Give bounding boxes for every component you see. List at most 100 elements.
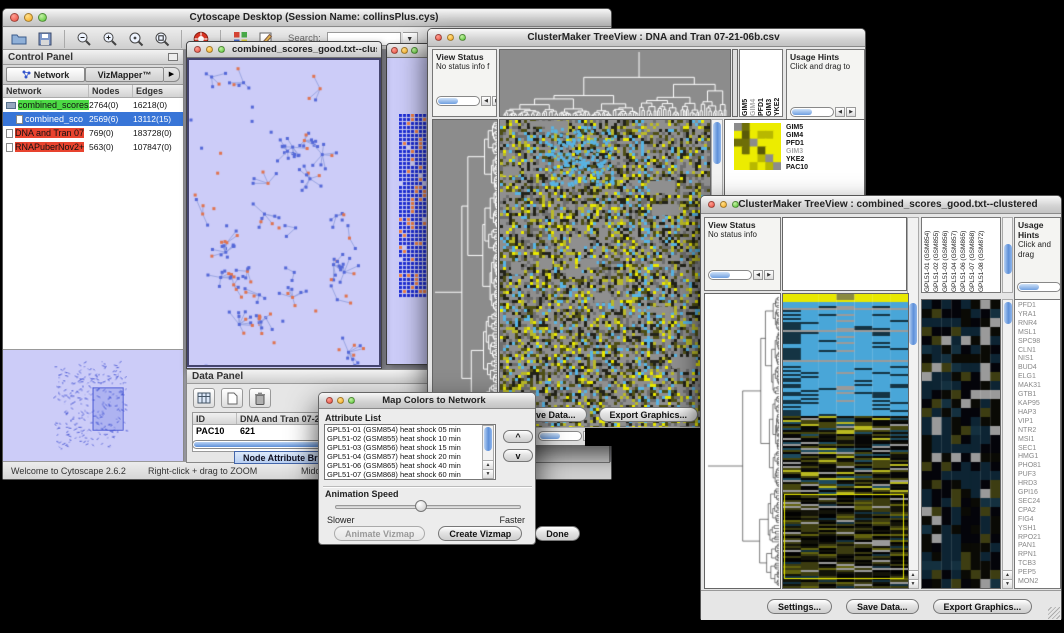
gene-label[interactable]: NIS1 [1018,355,1060,364]
row-label[interactable]: YKE2 [786,156,808,164]
gene-label[interactable]: MSL1 [1018,329,1060,338]
scrollbar-thumb[interactable] [909,303,917,345]
slider-thumb[interactable] [415,500,427,512]
zoom-icon[interactable] [732,201,739,208]
tab-vizmapper[interactable]: VizMapper™ [85,67,164,82]
network-tree-row[interactable]: DNA and Tran 07 769(0) 183728(0) [3,126,183,140]
close-icon[interactable] [708,201,715,208]
gene-label[interactable]: SPC98 [1018,338,1060,347]
minimize-icon[interactable] [720,201,727,208]
column-header-network[interactable]: Network [3,85,89,97]
gene-list-scrollbar[interactable]: ▲ ▼ [1002,299,1013,589]
scroll-down-icon[interactable]: ▼ [1003,579,1012,588]
gene-label[interactable]: PUF3 [1018,471,1060,480]
zoom-icon[interactable] [459,34,466,41]
minimize-icon[interactable] [206,46,213,53]
gene-label[interactable]: ELG1 [1018,373,1060,382]
column-label[interactable]: GPL51-02 (GSM855) [933,218,942,292]
row-label[interactable]: GIM4 [786,132,808,140]
gene-label[interactable]: YSH1 [1018,525,1060,534]
usage-hints-zoom-control[interactable]: ◀▶ [1017,282,1061,292]
gene-label[interactable]: YRA1 [1018,311,1060,320]
save-data-button[interactable]: Save Data... [846,599,919,614]
save-button[interactable] [33,29,57,49]
animation-speed-slider[interactable] [335,505,521,509]
tab-overflow-button[interactable]: ▶ [164,67,180,82]
dense-network-grid-canvas[interactable] [399,114,430,298]
network-view-titlebar[interactable]: combined_scores_good.txt--cluste... [187,42,381,58]
gene-label[interactable]: HAP3 [1018,409,1060,418]
column-label[interactable]: GPL51-08 (GSM872) [978,218,987,292]
column-label[interactable]: GPL51-03 (GSM856) [942,218,951,292]
close-icon[interactable] [391,47,398,54]
heatmap-canvas[interactable] [783,294,908,588]
delete-attribute-button[interactable] [249,388,271,408]
gene-label[interactable]: CLN1 [1018,347,1060,356]
network-overview-canvas[interactable] [3,350,183,461]
gene-label[interactable]: SEC24 [1018,498,1060,507]
scrollbar-thumb[interactable] [484,427,492,451]
gene-label[interactable]: MON2 [1018,578,1060,587]
tab-network[interactable]: Network [6,67,85,82]
export-graphics-button[interactable]: Export Graphics... [599,407,699,422]
network-tree-row[interactable]: RNAPuberNov2+ 563(0) 107847(0) [3,140,183,154]
column-label[interactable]: GIM5 [742,50,750,116]
zoom-icon[interactable] [348,397,355,404]
network-list-area[interactable] [3,154,183,350]
minimize-icon[interactable] [24,13,33,22]
move-down-button[interactable]: v [503,449,533,462]
zoom-fit-button[interactable] [150,29,174,49]
column-label[interactable]: PAC10 [782,50,783,116]
column-labels-scrollbar[interactable] [1002,217,1013,293]
animate-vizmap-button[interactable]: Animate Vizmap [334,526,425,541]
gene-label[interactable]: KAP95 [1018,400,1060,409]
gene-label[interactable]: PEP5 [1018,569,1060,578]
gene-label[interactable]: RPN1 [1018,551,1060,560]
gene-label[interactable]: CPA2 [1018,507,1060,516]
zoom-preview-panel[interactable] [585,428,701,446]
gene-label[interactable]: GPI16 [1018,489,1060,498]
gene-label[interactable]: MAK31 [1018,382,1060,391]
column-label[interactable]: YKE2 [774,50,782,116]
gene-label[interactable]: SEC1 [1018,445,1060,454]
view-status-zoom-control[interactable]: ◀▶ [708,270,774,280]
gene-label[interactable]: HMG1 [1018,453,1060,462]
treeview1-titlebar[interactable]: ClusterMaker TreeView : DNA and Tran 07-… [428,29,865,47]
row-label[interactable]: GIM3 [786,148,808,156]
network-canvas[interactable] [189,60,379,365]
scroll-up-icon[interactable]: ▲ [483,460,493,469]
zoom-icon[interactable] [411,47,418,54]
treeview2-titlebar[interactable]: ClusterMaker TreeView : combined_scores_… [701,196,1061,214]
new-attribute-button[interactable] [221,388,243,408]
row-label[interactable]: PAC10 [786,164,808,172]
gene-label[interactable]: RNR4 [1018,320,1060,329]
settings-button[interactable]: Settings... [767,599,832,614]
attribute-table-button[interactable] [193,388,215,408]
column-label[interactable]: GPL51-07 (GSM868) [969,218,978,292]
zoom-in-button[interactable] [98,29,122,49]
scroll-down-icon[interactable]: ▼ [483,469,493,478]
network-tree-row[interactable]: combined_sco 2569(6) 13112(15) [3,112,183,126]
zoom-out-button[interactable] [72,29,96,49]
column-label[interactable]: GIM4 [750,50,758,116]
minimize-icon[interactable] [337,397,344,404]
gene-label[interactable]: PHO81 [1018,462,1060,471]
close-icon[interactable] [326,397,333,404]
mini-heatmap-canvas[interactable] [734,123,781,170]
network-table-header[interactable]: Network Nodes Edges [3,85,183,98]
gene-label[interactable]: NTR2 [1018,427,1060,436]
close-icon[interactable] [194,46,201,53]
row-label[interactable]: PFD1 [786,140,808,148]
scroll-up-icon[interactable]: ▲ [1003,570,1012,579]
treeview1-scroll-strip[interactable] [732,49,738,117]
create-vizmap-button[interactable]: Create Vizmap [438,526,522,541]
zoom-heatmap-canvas[interactable] [922,300,1000,588]
gene-label[interactable]: TCB3 [1018,560,1060,569]
gene-dendrogram-canvas[interactable] [433,120,497,427]
open-file-button[interactable] [7,29,31,49]
resize-grip[interactable] [1048,607,1060,619]
column-label[interactable]: GPL51-01 (GSM854) [924,218,933,292]
minimize-icon[interactable] [401,47,408,54]
gene-label[interactable]: RPO21 [1018,534,1060,543]
attribute-item[interactable]: GPL51-07 (GSM868) heat shock 60 min [327,471,493,480]
